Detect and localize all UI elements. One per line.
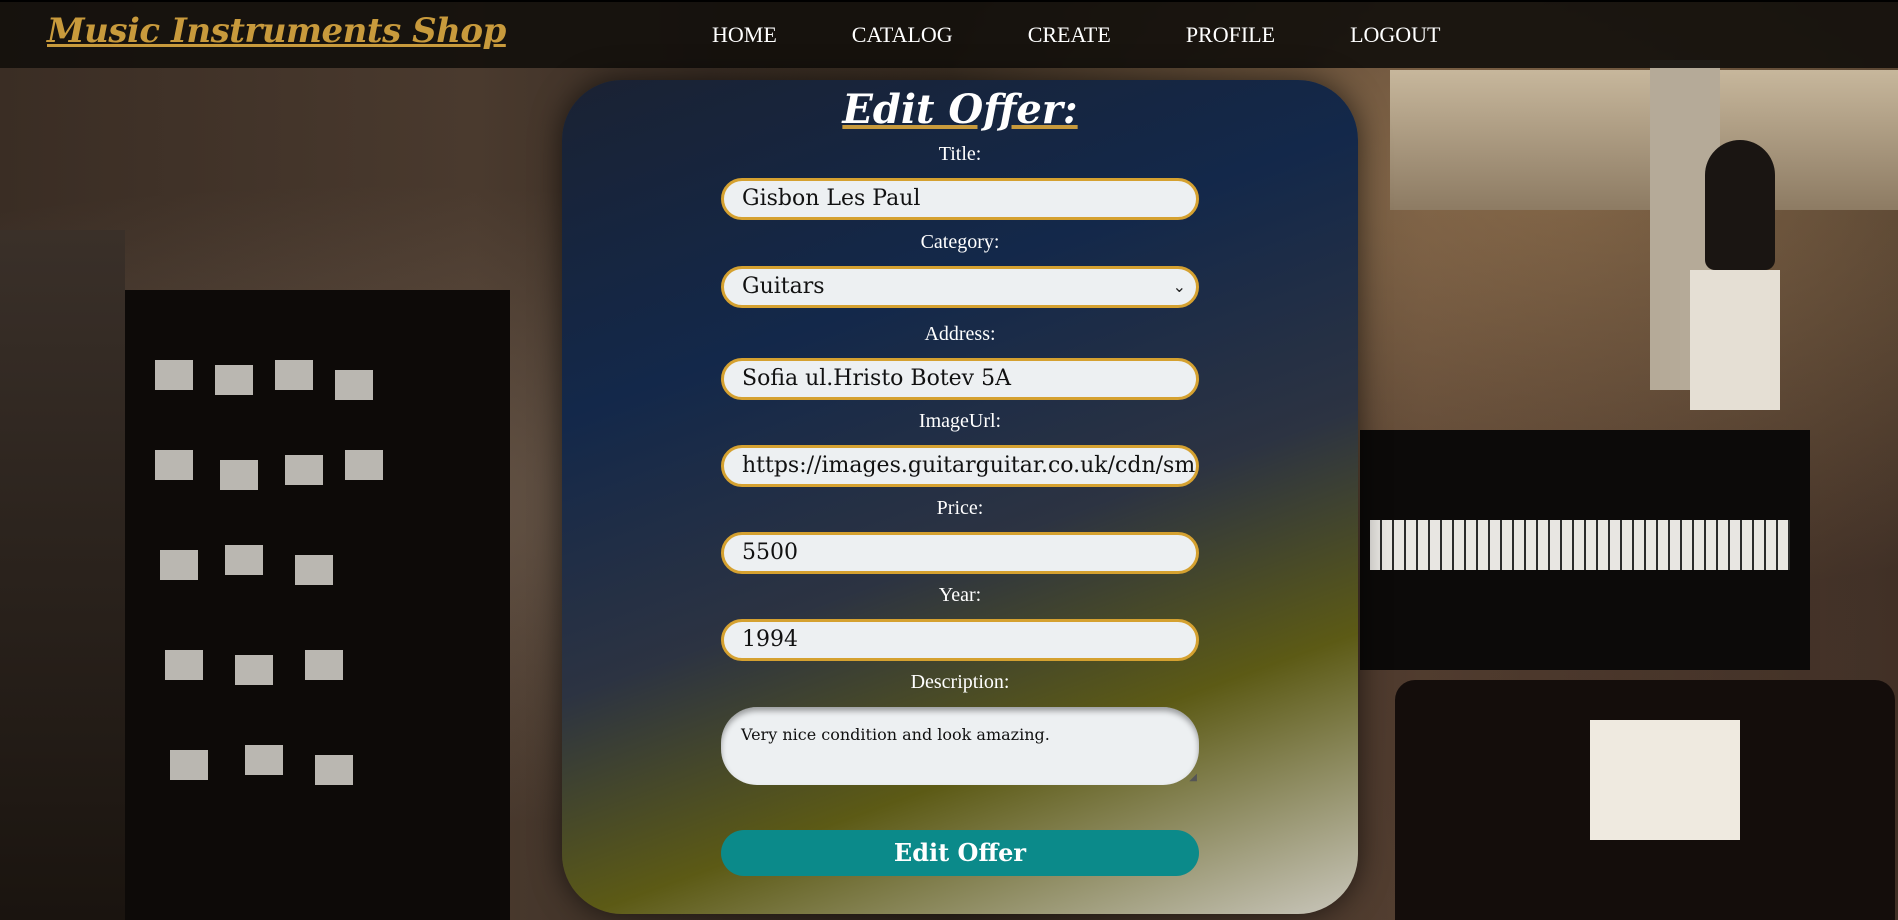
resize-handle-icon[interactable]: ◢: [1189, 772, 1197, 783]
year-input[interactable]: 1994: [721, 619, 1199, 661]
edit-offer-button[interactable]: Edit Offer: [721, 830, 1199, 876]
nav-home[interactable]: HOME: [712, 22, 777, 48]
address-input[interactable]: Sofia ul.Hristo Botev 5A: [721, 358, 1199, 400]
price-input[interactable]: 5500: [721, 532, 1199, 574]
category-select[interactable]: Guitars ⌄: [721, 266, 1199, 308]
category-select-value: Guitars: [742, 274, 825, 299]
edit-offer-panel: Edit Offer: Title: Gisbon Les Paul Categ…: [562, 80, 1358, 914]
category-label: Category:: [920, 231, 1000, 253]
background-shelf: [0, 230, 125, 920]
main-nav: HOME CATALOG CREATE PROFILE LOGOUT: [712, 22, 1441, 48]
site-header: Music Instruments Shop HOME CATALOG CREA…: [0, 0, 1898, 68]
background-rack: [125, 290, 510, 920]
chevron-down-icon: ⌄: [1172, 277, 1186, 296]
background-bust: [1705, 140, 1775, 270]
title-label: Title:: [938, 143, 982, 165]
nav-catalog[interactable]: CATALOG: [852, 22, 953, 48]
description-label: Description:: [910, 671, 1010, 693]
brand-logo[interactable]: Music Instruments Shop: [47, 11, 506, 51]
background-bust-stand: [1690, 270, 1780, 410]
price-label: Price:: [936, 497, 984, 519]
background-piano-keys: [1370, 520, 1790, 570]
image-url-input[interactable]: https://images.guitarguitar.co.uk/cdn/sm…: [721, 445, 1199, 487]
year-label: Year:: [938, 584, 982, 606]
nav-logout[interactable]: LOGOUT: [1350, 22, 1440, 48]
description-text: Very nice condition and look amazing.: [741, 725, 1050, 744]
title-input[interactable]: Gisbon Les Paul: [721, 178, 1199, 220]
nav-profile[interactable]: PROFILE: [1186, 22, 1275, 48]
address-label: Address:: [924, 323, 996, 345]
background-guitars: [1390, 70, 1898, 210]
description-textarea[interactable]: Very nice condition and look amazing. ◢: [721, 707, 1199, 785]
nav-create[interactable]: CREATE: [1028, 22, 1111, 48]
background-sheet-music: [1590, 720, 1740, 840]
page-title: Edit Offer:: [842, 86, 1078, 133]
image-url-label: ImageUrl:: [918, 410, 1002, 432]
